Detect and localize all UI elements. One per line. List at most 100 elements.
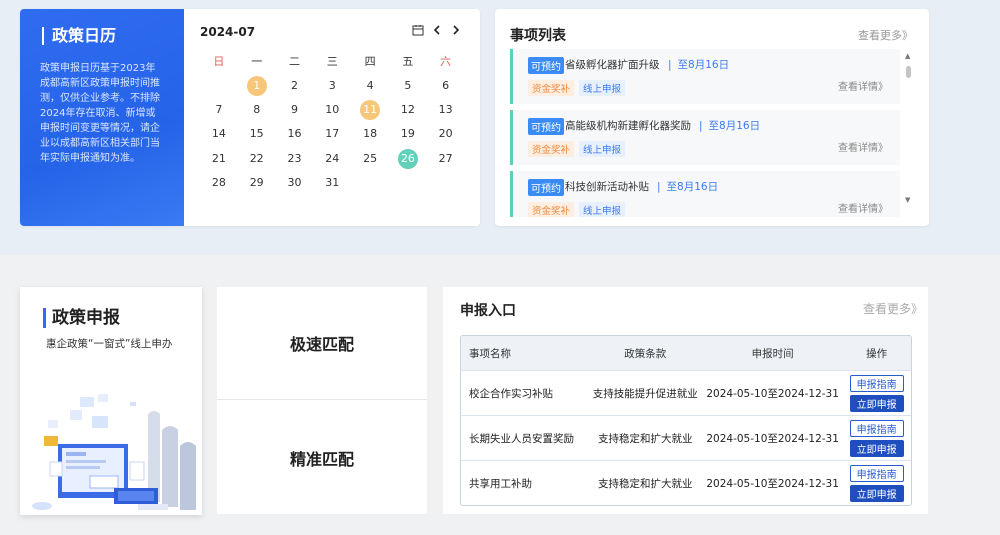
- entry-table-header: 事项名称 政策条款 申报时间 操作: [461, 336, 911, 370]
- calendar-day-number: 9: [290, 102, 298, 116]
- calendar-day-number: 27: [438, 151, 453, 165]
- calendar-picker-icon[interactable]: [411, 23, 424, 36]
- calendar-day-number: 26: [397, 148, 418, 169]
- calendar-day[interactable]: 12: [389, 100, 427, 120]
- calendar-day[interactable]: 11: [351, 99, 389, 120]
- calendar-day[interactable]: 22: [238, 149, 276, 169]
- calendar-day[interactable]: 25: [351, 149, 389, 169]
- scroll-thumb[interactable]: [906, 66, 911, 78]
- entry-table-body: 校企合作实习补贴 支持技能提升促进就业 2024-05-10至2024-12-31 申…: [461, 370, 911, 505]
- calendar-day-number: 25: [363, 151, 378, 165]
- item-deadline-wrap: | 至8月16日: [668, 57, 729, 72]
- calendar-day-number: 22: [249, 151, 264, 165]
- policy-declaration-card[interactable]: 政策申报 惠企政策“一窗式”线上申办: [20, 287, 202, 515]
- calendar-week-row: 14 15 16 17 18 19 20: [200, 122, 476, 146]
- declaration-entry-card: 申报入口 查看更多》 事项名称 政策条款 申报时间 操作 校企合作实习补贴 支持技…: [443, 287, 928, 514]
- calendar-widget: 2024-07 日一二三四五六 1 2 3 4 5 6 7 8 9 10 11 12 13 14 15 16 1…: [184, 9, 480, 226]
- calendar-day[interactable]: 2: [276, 76, 314, 96]
- row-item-name: 长期失业人员安置奖励: [469, 432, 574, 445]
- calendar-title: 政策日历: [42, 27, 164, 45]
- calendar-day[interactable]: 15: [238, 124, 276, 144]
- guide-button[interactable]: 申报指南: [849, 374, 904, 392]
- calendar-day[interactable]: 29: [238, 173, 276, 193]
- items-more-link[interactable]: 查看更多》: [858, 27, 913, 43]
- item-deadline-wrap: | 至8月16日: [657, 179, 718, 194]
- apply-now-button[interactable]: 立即申报: [849, 439, 904, 457]
- item-card[interactable]: 可预约 科技创新活动补贴 | 至8月16日 资金奖补 线上申报 查看详情》: [510, 171, 900, 217]
- view-detail-link[interactable]: 查看详情》: [838, 78, 888, 93]
- row-item-name: 共享用工补助: [469, 477, 532, 490]
- row-policy-clause: 支持技能提升促进就业: [592, 387, 698, 400]
- bookable-badge: 可预约: [528, 57, 564, 74]
- calendar-day-number: 10: [325, 102, 340, 116]
- calendar-day[interactable]: 28: [200, 173, 238, 193]
- calendar-day-number: 20: [438, 127, 453, 141]
- calendar-day[interactable]: 20: [427, 124, 465, 144]
- scroll-up-icon[interactable]: ▲: [905, 52, 910, 60]
- calendar-day[interactable]: 3: [313, 76, 351, 96]
- item-card[interactable]: 可预约 高能级机构新建孵化器奖励 | 至8月16日 资金奖补 线上申报 查看详情》: [510, 110, 900, 165]
- item-name: 高能级机构新建孵化器奖励: [565, 120, 691, 132]
- calendar-day-number: 12: [400, 102, 415, 116]
- calendar-day-number: 15: [249, 127, 264, 141]
- calendar-day[interactable]: 19: [389, 124, 427, 144]
- guide-button[interactable]: 申报指南: [849, 464, 904, 482]
- prev-month-icon[interactable]: [430, 23, 443, 36]
- calendar-day[interactable]: 14: [200, 124, 238, 144]
- funding-tag: 资金奖补: [528, 202, 575, 217]
- calendar-day[interactable]: 4: [351, 76, 389, 96]
- calendar-day[interactable]: 17: [313, 124, 351, 144]
- row-policy-clause: 支持稳定和扩大就业: [597, 432, 693, 445]
- fast-match-button[interactable]: 极速匹配: [217, 287, 427, 400]
- calendar-day[interactable]: 8: [238, 100, 276, 120]
- calendar-day-number: 30: [287, 176, 302, 190]
- row-item-name: 校企合作实习补贴: [469, 387, 553, 400]
- calendar-day[interactable]: 18: [351, 124, 389, 144]
- policy-title: 政策申报: [43, 308, 120, 328]
- entry-more-link[interactable]: 查看更多》: [863, 300, 923, 317]
- next-month-icon[interactable]: [449, 23, 462, 36]
- row-actions: 申报指南 立即申报: [842, 464, 911, 502]
- view-detail-link[interactable]: 查看详情》: [838, 139, 888, 154]
- items-scrollbar[interactable]: ▲ ▼: [905, 52, 913, 204]
- calendar-day[interactable]: 9: [276, 100, 314, 120]
- calendar-day-number: 8: [253, 102, 261, 116]
- calendar-day[interactable]: 10: [313, 100, 351, 120]
- guide-button[interactable]: 申报指南: [849, 419, 904, 437]
- scroll-down-icon[interactable]: ▼: [905, 196, 910, 204]
- calendar-day-number: 13: [438, 102, 453, 116]
- calendar-day[interactable]: 16: [276, 124, 314, 144]
- precise-match-button[interactable]: 精准匹配: [217, 401, 427, 514]
- calendar-month: 2024-07: [200, 25, 256, 39]
- item-name: 省级孵化器扩面升级: [565, 59, 660, 71]
- view-detail-link[interactable]: 查看详情》: [838, 200, 888, 215]
- calendar-day[interactable]: 21: [200, 149, 238, 169]
- calendar-day-number: 24: [325, 151, 340, 165]
- calendar-day[interactable]: 31: [313, 173, 351, 193]
- apply-now-button[interactable]: 立即申报: [849, 484, 904, 502]
- policy-subtitle: 惠企政策“一窗式”线上申办: [46, 338, 173, 350]
- calendar-day[interactable]: 1: [238, 75, 276, 96]
- calendar-day[interactable]: 13: [427, 100, 465, 120]
- weekday-label: 日: [213, 55, 225, 69]
- calendar-day[interactable]: 24: [313, 149, 351, 169]
- calendar-day-number: 19: [400, 127, 415, 141]
- entry-title: 申报入口: [460, 303, 516, 319]
- calendar-day[interactable]: 30: [276, 173, 314, 193]
- calendar-day[interactable]: 7: [200, 100, 238, 120]
- calendar-grid: 日一二三四五六 1 2 3 4 5 6 7 8 9 10 11 12 13 14 15 16 17 18 19 20 2…: [200, 49, 476, 195]
- calendar-day[interactable]: 23: [276, 149, 314, 169]
- calendar-day[interactable]: 27: [427, 149, 465, 169]
- apply-now-button[interactable]: 立即申报: [849, 394, 904, 412]
- bookable-badge: 可预约: [528, 179, 564, 196]
- column-header-time: 申报时间: [751, 347, 794, 360]
- policy-illustration: [32, 394, 196, 510]
- calendar-week-row: 1 2 3 4 5 6: [200, 73, 476, 97]
- item-card[interactable]: 可预约 省级孵化器扩面升级 | 至8月16日 资金奖补 线上申报 查看详情》: [510, 49, 900, 104]
- calendar-day[interactable]: 26: [389, 148, 427, 169]
- calendar-day-number: 3: [328, 78, 336, 92]
- row-apply-time: 2024-05-10至2024-12-31: [706, 387, 839, 400]
- calendar-day[interactable]: 6: [427, 76, 465, 96]
- calendar-day-number: 28: [211, 176, 226, 190]
- calendar-day[interactable]: 5: [389, 76, 427, 96]
